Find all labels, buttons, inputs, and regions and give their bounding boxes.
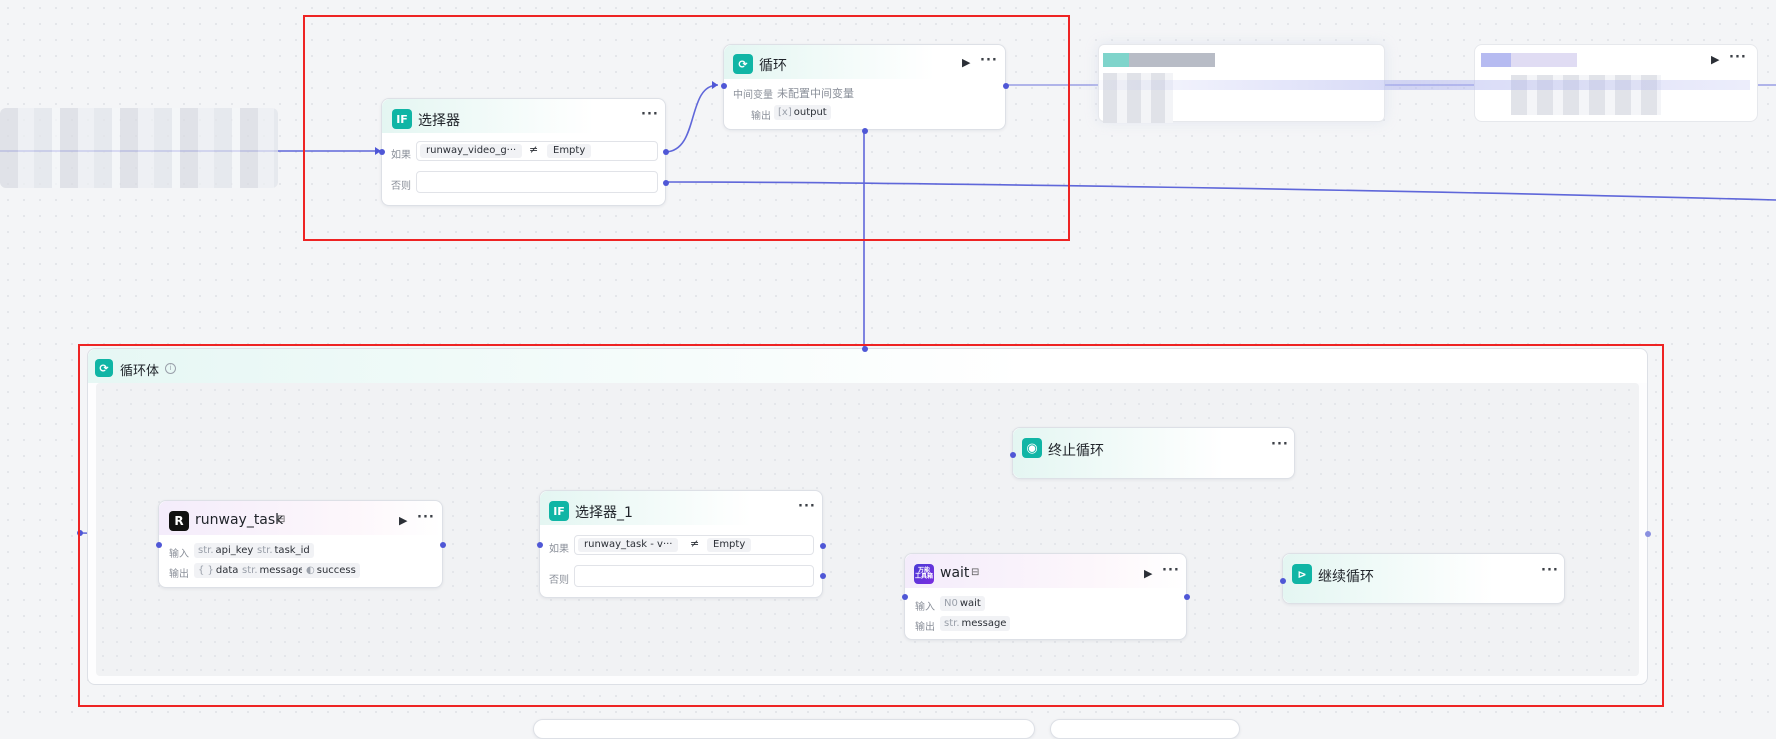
redacted-node-left xyxy=(0,108,278,188)
partial-panel[interactable] xyxy=(1050,719,1240,739)
partial-panel[interactable] xyxy=(533,719,1035,739)
highlight-box-top xyxy=(303,15,1070,241)
redacted-wire-band xyxy=(1060,80,1750,90)
more-options-icon[interactable]: ··· xyxy=(1729,50,1747,65)
run-icon[interactable]: ▶ xyxy=(1711,53,1719,66)
highlight-box-bottom xyxy=(78,344,1664,707)
